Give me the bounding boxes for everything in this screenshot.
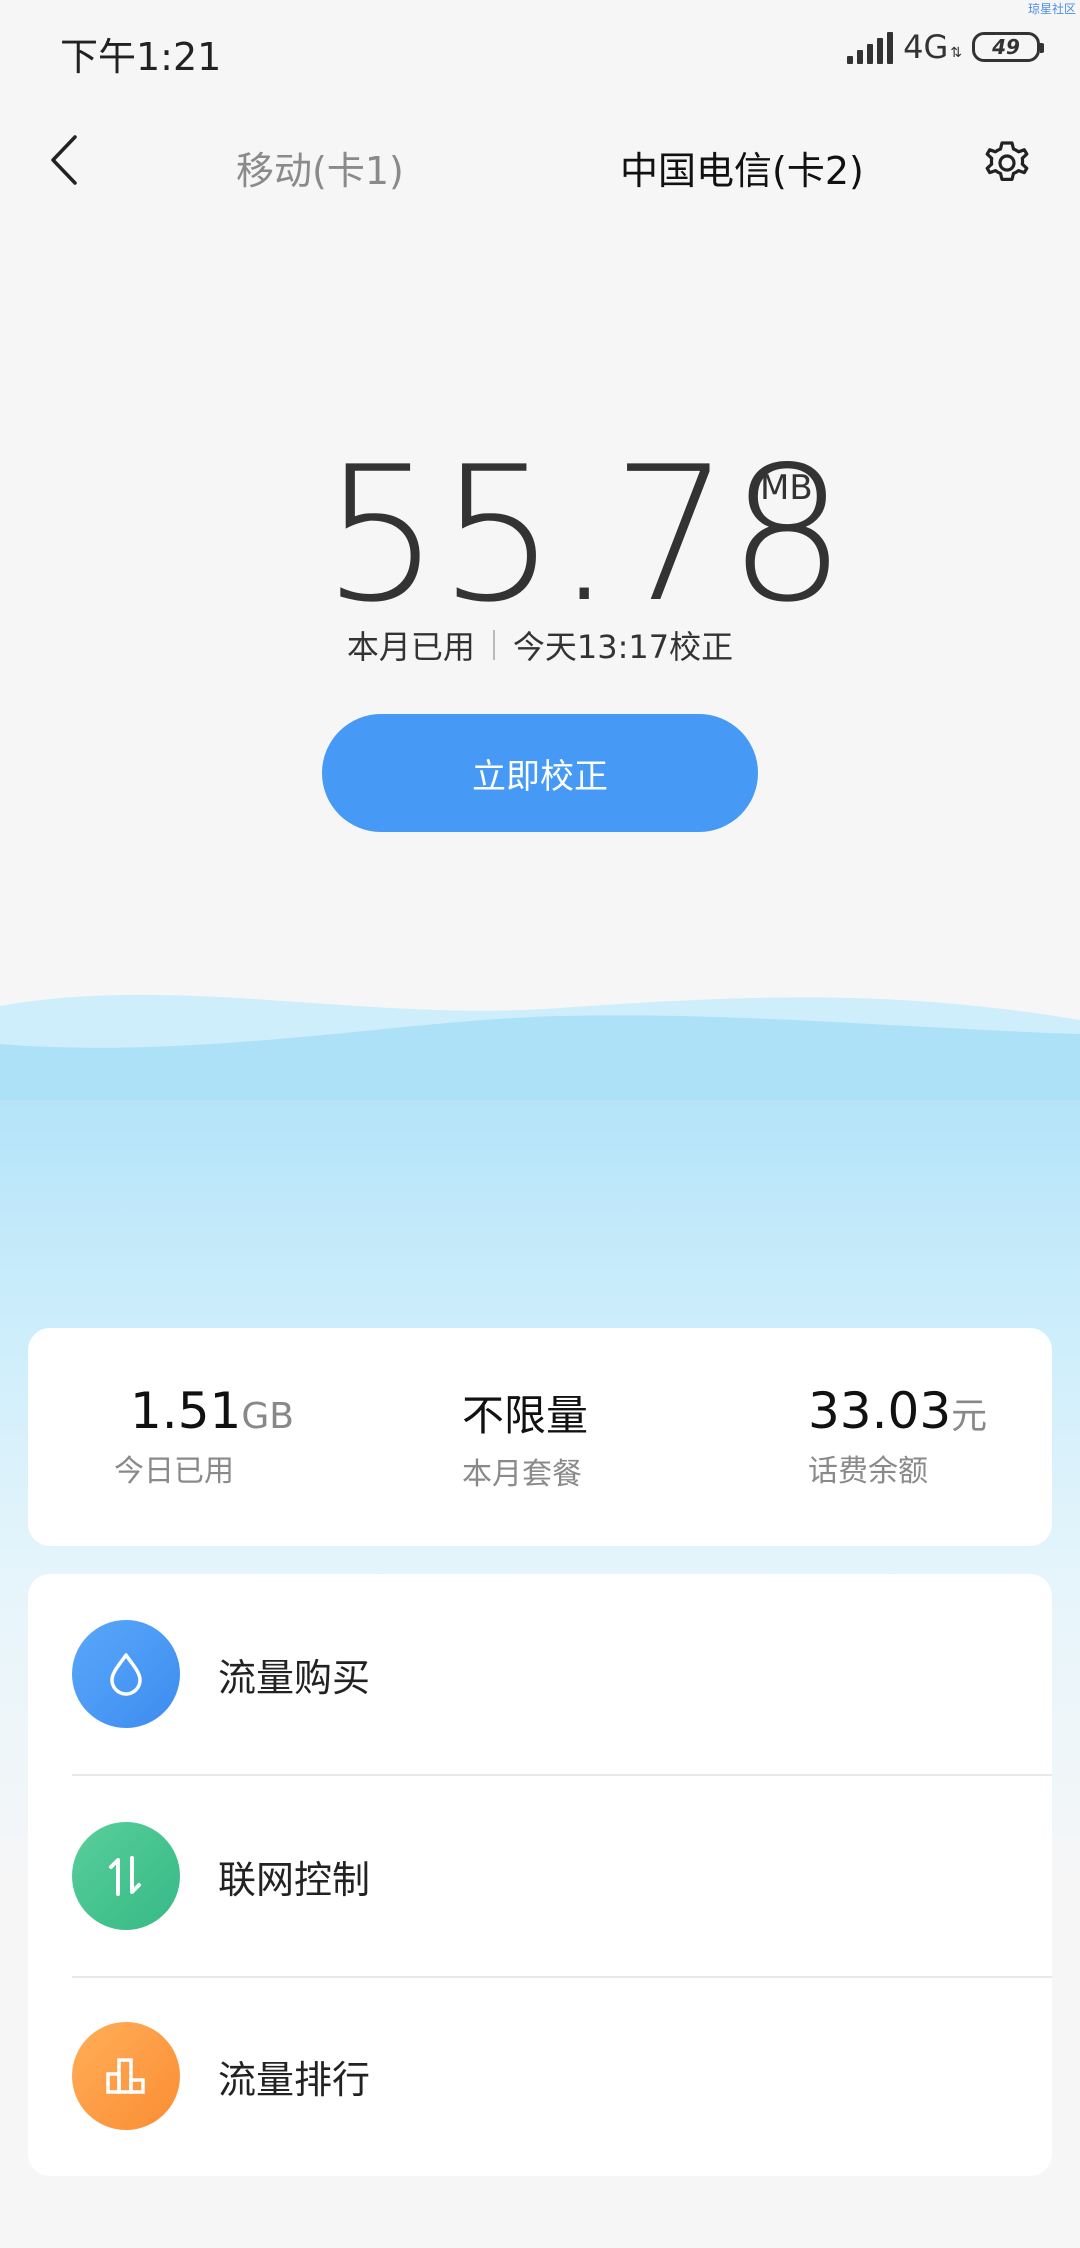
balance-value: 33.03: [808, 1382, 952, 1440]
plan-label: 本月套餐: [462, 1457, 582, 1492]
usage-unit: MB: [760, 468, 813, 508]
menu-label-data-ranking: 流量排行: [218, 2057, 371, 2102]
network-type: 4G: [903, 28, 949, 66]
plan-value: 不限量: [462, 1391, 589, 1440]
balance-label: 话费余额: [808, 1454, 928, 1489]
chevron-left-icon: [51, 135, 77, 185]
menu-item-buy-data[interactable]: 流量购买: [28, 1574, 1052, 1774]
menu-label-network-control: 联网控制: [218, 1857, 371, 1902]
divider: [492, 630, 495, 660]
droplet-icon: [72, 1620, 180, 1728]
usage-subtitle: 本月已用 今天13:17校正: [0, 622, 1080, 668]
menu-item-data-ranking[interactable]: 流量排行: [28, 1976, 1052, 2176]
gear-icon: [985, 141, 1029, 181]
status-bar: 下午1:21 4G ⇅ 49 琼星社区: [0, 0, 1080, 100]
battery-icon: 49: [972, 32, 1044, 62]
bar-chart-icon: [72, 2022, 180, 2130]
calibrate-now-button[interactable]: 立即校正: [322, 714, 758, 832]
battery-level: 49: [992, 35, 1020, 59]
updown-arrows-icon: [72, 1822, 180, 1930]
back-button[interactable]: [34, 130, 94, 190]
balance-unit: 元: [951, 1396, 988, 1437]
settings-button[interactable]: [976, 132, 1038, 194]
usage-label: 本月已用: [346, 628, 475, 666]
tab-card2[interactable]: 中国电信(卡2): [620, 140, 864, 195]
today-usage-label: 今日已用: [114, 1454, 234, 1489]
stat-monthly-plan[interactable]: 不限量 本月套餐: [462, 1382, 588, 1493]
header: 移动(卡1) 中国电信(卡2): [0, 110, 1080, 210]
status-icons: 4G ⇅ 49: [847, 28, 1044, 66]
tab-card1[interactable]: 移动(卡1): [236, 140, 404, 195]
usage-value: 55.78: [322, 426, 846, 643]
signal-icon: [847, 30, 894, 64]
menu-card: 流量购买 联网控制 流量排行: [28, 1574, 1052, 2176]
stat-today-usage[interactable]: 1.51GB 今日已用: [114, 1382, 294, 1490]
calibrated-time: 今天13:17校正: [512, 628, 734, 666]
today-usage-value: 1.51: [130, 1382, 242, 1440]
data-activity-icon: ⇅: [950, 45, 962, 61]
stat-balance[interactable]: 33.03元 话费余额: [808, 1382, 987, 1490]
stats-card: 1.51GB 今日已用 不限量 本月套餐 33.03元 话费余额: [28, 1328, 1052, 1546]
menu-label-buy-data: 流量购买: [218, 1655, 371, 1700]
wave-shape: [0, 994, 1080, 1100]
status-time: 下午1:21: [60, 35, 222, 79]
watermark: 琼星社区: [1027, 2, 1076, 16]
menu-item-network-control[interactable]: 联网控制: [28, 1776, 1052, 1976]
today-usage-unit: GB: [241, 1396, 294, 1437]
